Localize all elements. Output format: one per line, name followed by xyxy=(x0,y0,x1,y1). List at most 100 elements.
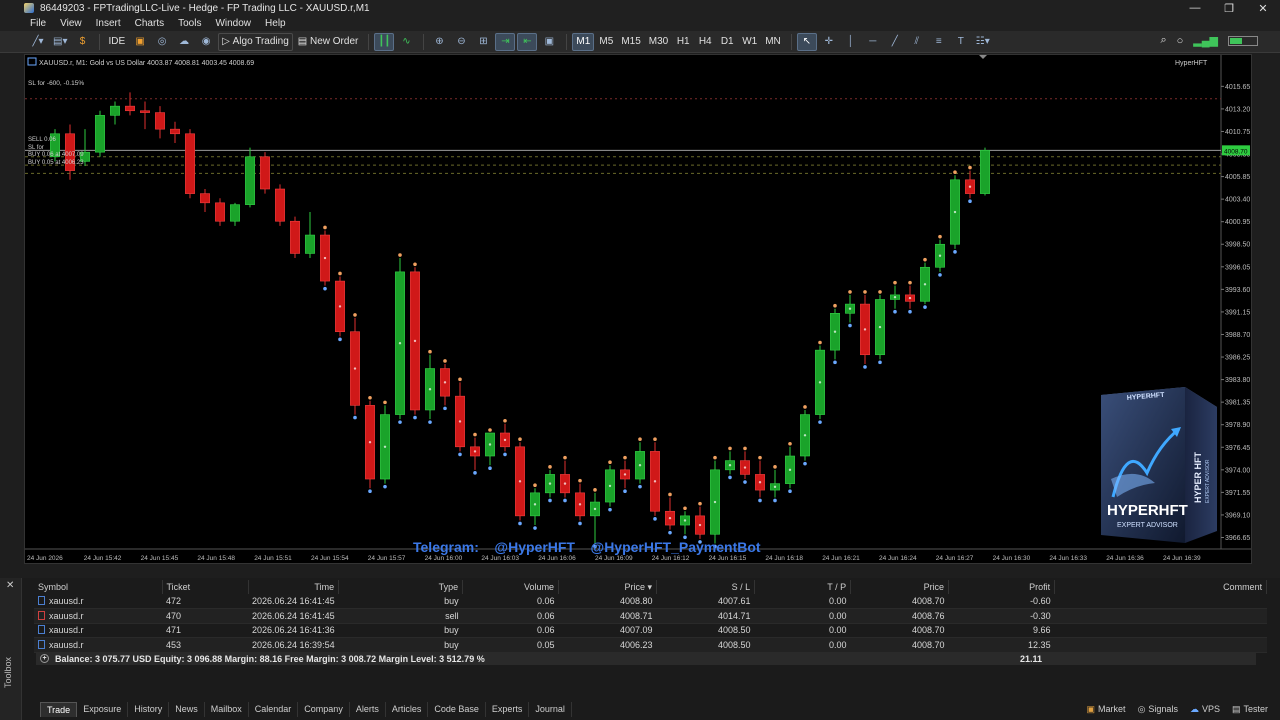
indicator-dot xyxy=(773,485,777,489)
tab-calendar[interactable]: Calendar xyxy=(249,702,299,717)
menu-help[interactable]: Help xyxy=(265,18,286,29)
account-icon[interactable]: ○ xyxy=(1177,35,1184,47)
indicator-dot xyxy=(758,498,762,503)
trade-table: Symbol Ticket Time Type Volume Price ▾ S… xyxy=(34,580,1268,653)
col-comment[interactable]: Comment xyxy=(1054,580,1268,594)
maximize-button[interactable]: ❐ xyxy=(1212,0,1246,16)
cell-sl[interactable]: 4008.50 xyxy=(656,637,755,653)
cell-tp[interactable]: 0.00 xyxy=(754,623,851,638)
time-tick-label: 24 Jun 15:48 xyxy=(197,555,235,562)
trendline-icon[interactable]: ╱ xyxy=(885,33,905,51)
tab-company[interactable]: Company xyxy=(298,702,350,717)
zoom-in-icon[interactable]: ⊕ xyxy=(429,33,449,51)
price-chart[interactable]: 4015.654013.204010.754008.304005.854003.… xyxy=(24,54,1252,564)
cell-tp[interactable]: 0.00 xyxy=(754,637,851,653)
col-sl[interactable]: S / L xyxy=(656,580,756,594)
tab-code-base[interactable]: Code Base xyxy=(428,702,486,717)
timeframe-m1[interactable]: M1 xyxy=(572,32,595,51)
table-row[interactable]: xauusd.r 471 2026.06.24 16:41:36 buy 0.0… xyxy=(34,623,1267,638)
col-price[interactable]: Price ▾ xyxy=(558,580,658,594)
tab-articles[interactable]: Articles xyxy=(386,702,429,717)
tab-exposure[interactable]: Exposure xyxy=(77,702,129,717)
close-button[interactable]: ✕ xyxy=(1246,0,1280,16)
minimize-button[interactable]: — xyxy=(1178,0,1212,16)
line-chart-icon[interactable]: ∿ xyxy=(396,33,416,51)
cell-tp[interactable]: 0.00 xyxy=(754,608,851,624)
col-volume[interactable]: Volume xyxy=(462,580,560,594)
tab-mailbox[interactable]: Mailbox xyxy=(205,702,249,717)
cell-tp[interactable]: 0.00 xyxy=(754,594,851,609)
tab-journal[interactable]: Journal xyxy=(529,702,572,717)
close-toolbox-icon[interactable]: ✕ xyxy=(6,580,14,591)
col-ticket[interactable]: Ticket xyxy=(162,580,249,594)
tab-history[interactable]: History xyxy=(128,702,170,717)
cell-sl[interactable]: 4007.61 xyxy=(656,594,755,609)
timeframe-d1[interactable]: D1 xyxy=(717,33,737,51)
cursor-icon[interactable]: ↖ xyxy=(796,32,817,51)
timeframe-m30[interactable]: M30 xyxy=(646,33,671,51)
menu-window[interactable]: Window xyxy=(215,18,251,29)
col-tp[interactable]: T / P xyxy=(754,580,852,594)
cell-sl[interactable]: 4014.71 xyxy=(656,608,755,624)
autoscroll-icon[interactable]: ⇥ xyxy=(495,32,516,51)
dollar-icon[interactable]: $ xyxy=(72,33,92,51)
menu-insert[interactable]: Insert xyxy=(96,18,121,29)
zoom-out-icon[interactable]: ⊖ xyxy=(451,33,471,51)
algo-trading-button[interactable]: ▷ Algo Trading xyxy=(218,32,293,51)
timeframe-h1[interactable]: H1 xyxy=(673,33,693,51)
menu-charts[interactable]: Charts xyxy=(135,18,164,29)
crosshair-icon[interactable]: ✛ xyxy=(819,33,839,51)
shapes-icon[interactable]: ☷▾ xyxy=(973,33,993,51)
expand-icon[interactable]: + xyxy=(40,654,49,663)
tab-experts[interactable]: Experts xyxy=(486,702,530,717)
menu-tools[interactable]: Tools xyxy=(178,18,201,29)
indicator-dot xyxy=(863,328,867,331)
cell-price: 4008.80 xyxy=(558,594,657,609)
timeframe-mn[interactable]: MN xyxy=(762,33,784,51)
tab-trade[interactable]: Trade xyxy=(40,702,78,717)
timeframe-w1[interactable]: W1 xyxy=(739,33,760,51)
menu-file[interactable]: File xyxy=(30,18,46,29)
fibonacci-icon[interactable]: ≡ xyxy=(929,33,949,51)
screenshot-icon[interactable]: ▣ xyxy=(539,33,559,51)
timeframe-m15[interactable]: M15 xyxy=(618,33,643,51)
tab-alerts[interactable]: Alerts xyxy=(350,702,386,717)
grid-icon[interactable]: ⊞ xyxy=(473,33,493,51)
col-symbol[interactable]: Symbol xyxy=(34,580,163,594)
tab-news[interactable]: News xyxy=(169,702,205,717)
cell-sl[interactable]: 4008.50 xyxy=(656,623,755,638)
col-time[interactable]: Time xyxy=(248,580,340,594)
col-type[interactable]: Type xyxy=(338,580,464,594)
timeframe-h4[interactable]: H4 xyxy=(695,33,715,51)
channel-icon[interactable]: ⫽ xyxy=(907,33,927,51)
col-profit[interactable]: Profit xyxy=(948,580,1056,594)
table-row[interactable]: xauusd.r 453 2026.06.24 16:39:54 buy 0.0… xyxy=(34,637,1267,653)
search-icon[interactable]: ⌕ xyxy=(1160,34,1166,47)
indicator-dot xyxy=(473,471,477,475)
cell-volume: 0.06 xyxy=(462,594,559,609)
table-row[interactable]: xauusd.r 470 2026.06.24 16:41:45 sell 0.… xyxy=(34,608,1267,624)
vertical-line-icon[interactable]: │ xyxy=(841,33,861,51)
chart-canvas[interactable]: 4015.654013.204010.754008.304005.854003.… xyxy=(25,55,1252,564)
market-link[interactable]: ▣ Market xyxy=(1087,704,1126,715)
col-current-price[interactable]: Price xyxy=(850,580,950,594)
chart-type-icon[interactable]: ╱▾ xyxy=(28,33,48,51)
signals-link[interactable]: ◎ Signals xyxy=(1138,704,1178,715)
lock-icon[interactable]: ▣ xyxy=(130,33,150,51)
signal-icon[interactable]: ◎ xyxy=(152,33,172,51)
template-icon[interactable]: ▤▾ xyxy=(50,33,70,51)
price-tick-label: 3983.80 xyxy=(1225,377,1250,384)
menu-view[interactable]: View xyxy=(60,18,82,29)
timeframe-m5[interactable]: M5 xyxy=(596,33,616,51)
bar-chart-icon[interactable]: ┃┃ xyxy=(374,32,395,51)
chart-shift-icon[interactable]: ⇤ xyxy=(517,32,538,51)
globe-icon[interactable]: ◉ xyxy=(196,33,216,51)
text-icon[interactable]: T xyxy=(951,33,971,51)
table-row[interactable]: xauusd.r 472 2026.06.24 16:41:45 buy 0.0… xyxy=(34,594,1267,609)
cloud-icon[interactable]: ☁ xyxy=(174,33,194,51)
new-order-button[interactable]: ▤ New Order xyxy=(295,33,362,51)
vps-link[interactable]: ☁ VPS xyxy=(1190,704,1220,715)
ide-button[interactable]: IDE xyxy=(105,33,128,51)
tester-link[interactable]: ▤ Tester xyxy=(1232,704,1268,715)
horizontal-line-icon[interactable]: ─ xyxy=(863,33,883,51)
